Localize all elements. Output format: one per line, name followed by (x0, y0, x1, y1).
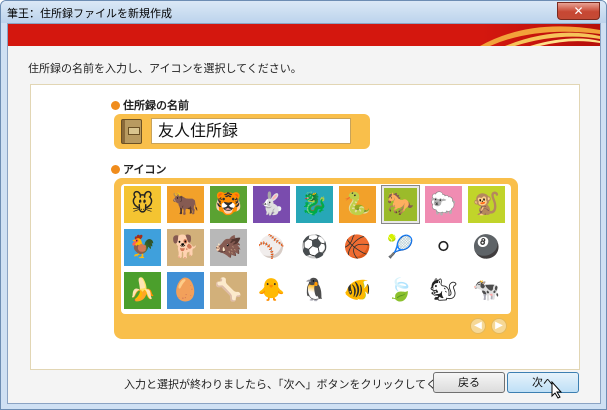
icon-grid: 🐭 🐂 🐯 🐇 🐉 🐍 🐎 🐑 🐒 🐓 🐕 🐗 ⚾ ⚽ 🏀 🎾 ⚪ 🎱 🍌 🥚 🦴 🐥 🐧 🐠 🍃 🐿 🐄 (121, 184, 511, 314)
instruction-text: 住所録の名前を入力し、アイコンを選択してください。 (28, 62, 302, 75)
icon-section-label: アイコン (111, 161, 166, 177)
golf-ball-icon[interactable]: ⚪ (425, 229, 462, 266)
basketball-icon[interactable]: 🏀 (339, 229, 376, 266)
banana-icon[interactable]: 🍌 (124, 272, 161, 309)
horse-icon[interactable]: 🐎 (381, 185, 420, 224)
banner-swoosh-decoration (480, 26, 600, 46)
tennis-ball-icon[interactable]: 🎾 (382, 229, 419, 266)
bullet-icon (111, 165, 120, 174)
soccer-ball-icon[interactable]: ⚽ (296, 229, 333, 266)
egg-icon[interactable]: 🥚 (167, 272, 204, 309)
bullet-icon (111, 101, 120, 110)
dragon-icon[interactable]: 🐉 (296, 186, 333, 223)
billiard-ball-icon[interactable]: 🎱 (468, 229, 505, 266)
boar-icon[interactable]: 🐗 (210, 229, 247, 266)
dog-icon[interactable]: 🐕 (167, 229, 204, 266)
cow-spotted-icon[interactable]: 🐄 (468, 272, 505, 309)
tiger-icon[interactable]: 🐯 (210, 186, 247, 223)
monkey-icon[interactable]: 🐒 (468, 186, 505, 223)
snake-icon[interactable]: 🐍 (339, 186, 376, 223)
cow-icon[interactable]: 🐂 (167, 186, 204, 223)
window-title: 筆王：住所録ファイルを新規作成 (7, 7, 172, 20)
bone-icon[interactable]: 🦴 (210, 272, 247, 309)
mouse-cursor-icon (551, 381, 563, 399)
baseball-icon[interactable]: ⚾ (253, 229, 290, 266)
mouse-icon[interactable]: 🐭 (124, 186, 161, 223)
squirrel-icon[interactable]: 🐿 (425, 272, 462, 309)
prev-page-button[interactable]: ◀ (470, 318, 486, 334)
address-book-name-input[interactable]: 友人住所録 (151, 118, 351, 144)
back-button[interactable]: 戻る (433, 372, 505, 393)
address-book-icon (121, 119, 142, 144)
penguin-icon[interactable]: 🐧 (296, 272, 333, 309)
title-bar: 筆王：住所録ファイルを新規作成 ✕ (1, 1, 606, 23)
leaf-icon[interactable]: 🍃 (382, 272, 419, 309)
next-button[interactable]: 次へ (507, 372, 579, 393)
dialog-body: 住所録の名前を入力し、アイコンを選択してください。 住所録の名前 友人住所録 ア… (7, 23, 601, 404)
next-page-button[interactable]: ▶ (491, 318, 507, 334)
settings-panel: 住所録の名前 友人住所録 アイコン 🐭 🐂 🐯 🐇 🐉 🐍 🐎 🐑 🐒 🐓 🐕 🐗 ⚾ ⚽ 🏀 🎾 ⚪ 🎱 🍌 🥚 🦴 🐥… (30, 84, 580, 370)
chick-icon[interactable]: 🐥 (253, 272, 290, 309)
icon-picker: 🐭 🐂 🐯 🐇 🐉 🐍 🐎 🐑 🐒 🐓 🐕 🐗 ⚾ ⚽ 🏀 🎾 ⚪ 🎱 🍌 🥚 🦴 🐥 🐧 🐠 🍃 🐿 🐄 ◀ ▶ (114, 178, 518, 339)
dialog-window: 筆王：住所録ファイルを新規作成 ✕ 住所録の名前を入力し、アイコンを選択してくだ… (0, 0, 607, 410)
close-button[interactable]: ✕ (557, 2, 600, 20)
rabbit-icon[interactable]: 🐇 (253, 186, 290, 223)
header-banner (8, 24, 600, 46)
sheep-icon[interactable]: 🐑 (425, 186, 462, 223)
footer-instruction: 入力と選択が終わりましたら、「次へ」ボタンをクリックしてください。 (124, 378, 481, 391)
fish-icon[interactable]: 🐠 (339, 272, 376, 309)
name-section-label: 住所録の名前 (111, 97, 189, 113)
rooster-icon[interactable]: 🐓 (124, 229, 161, 266)
name-field-container: 友人住所録 (114, 114, 370, 149)
